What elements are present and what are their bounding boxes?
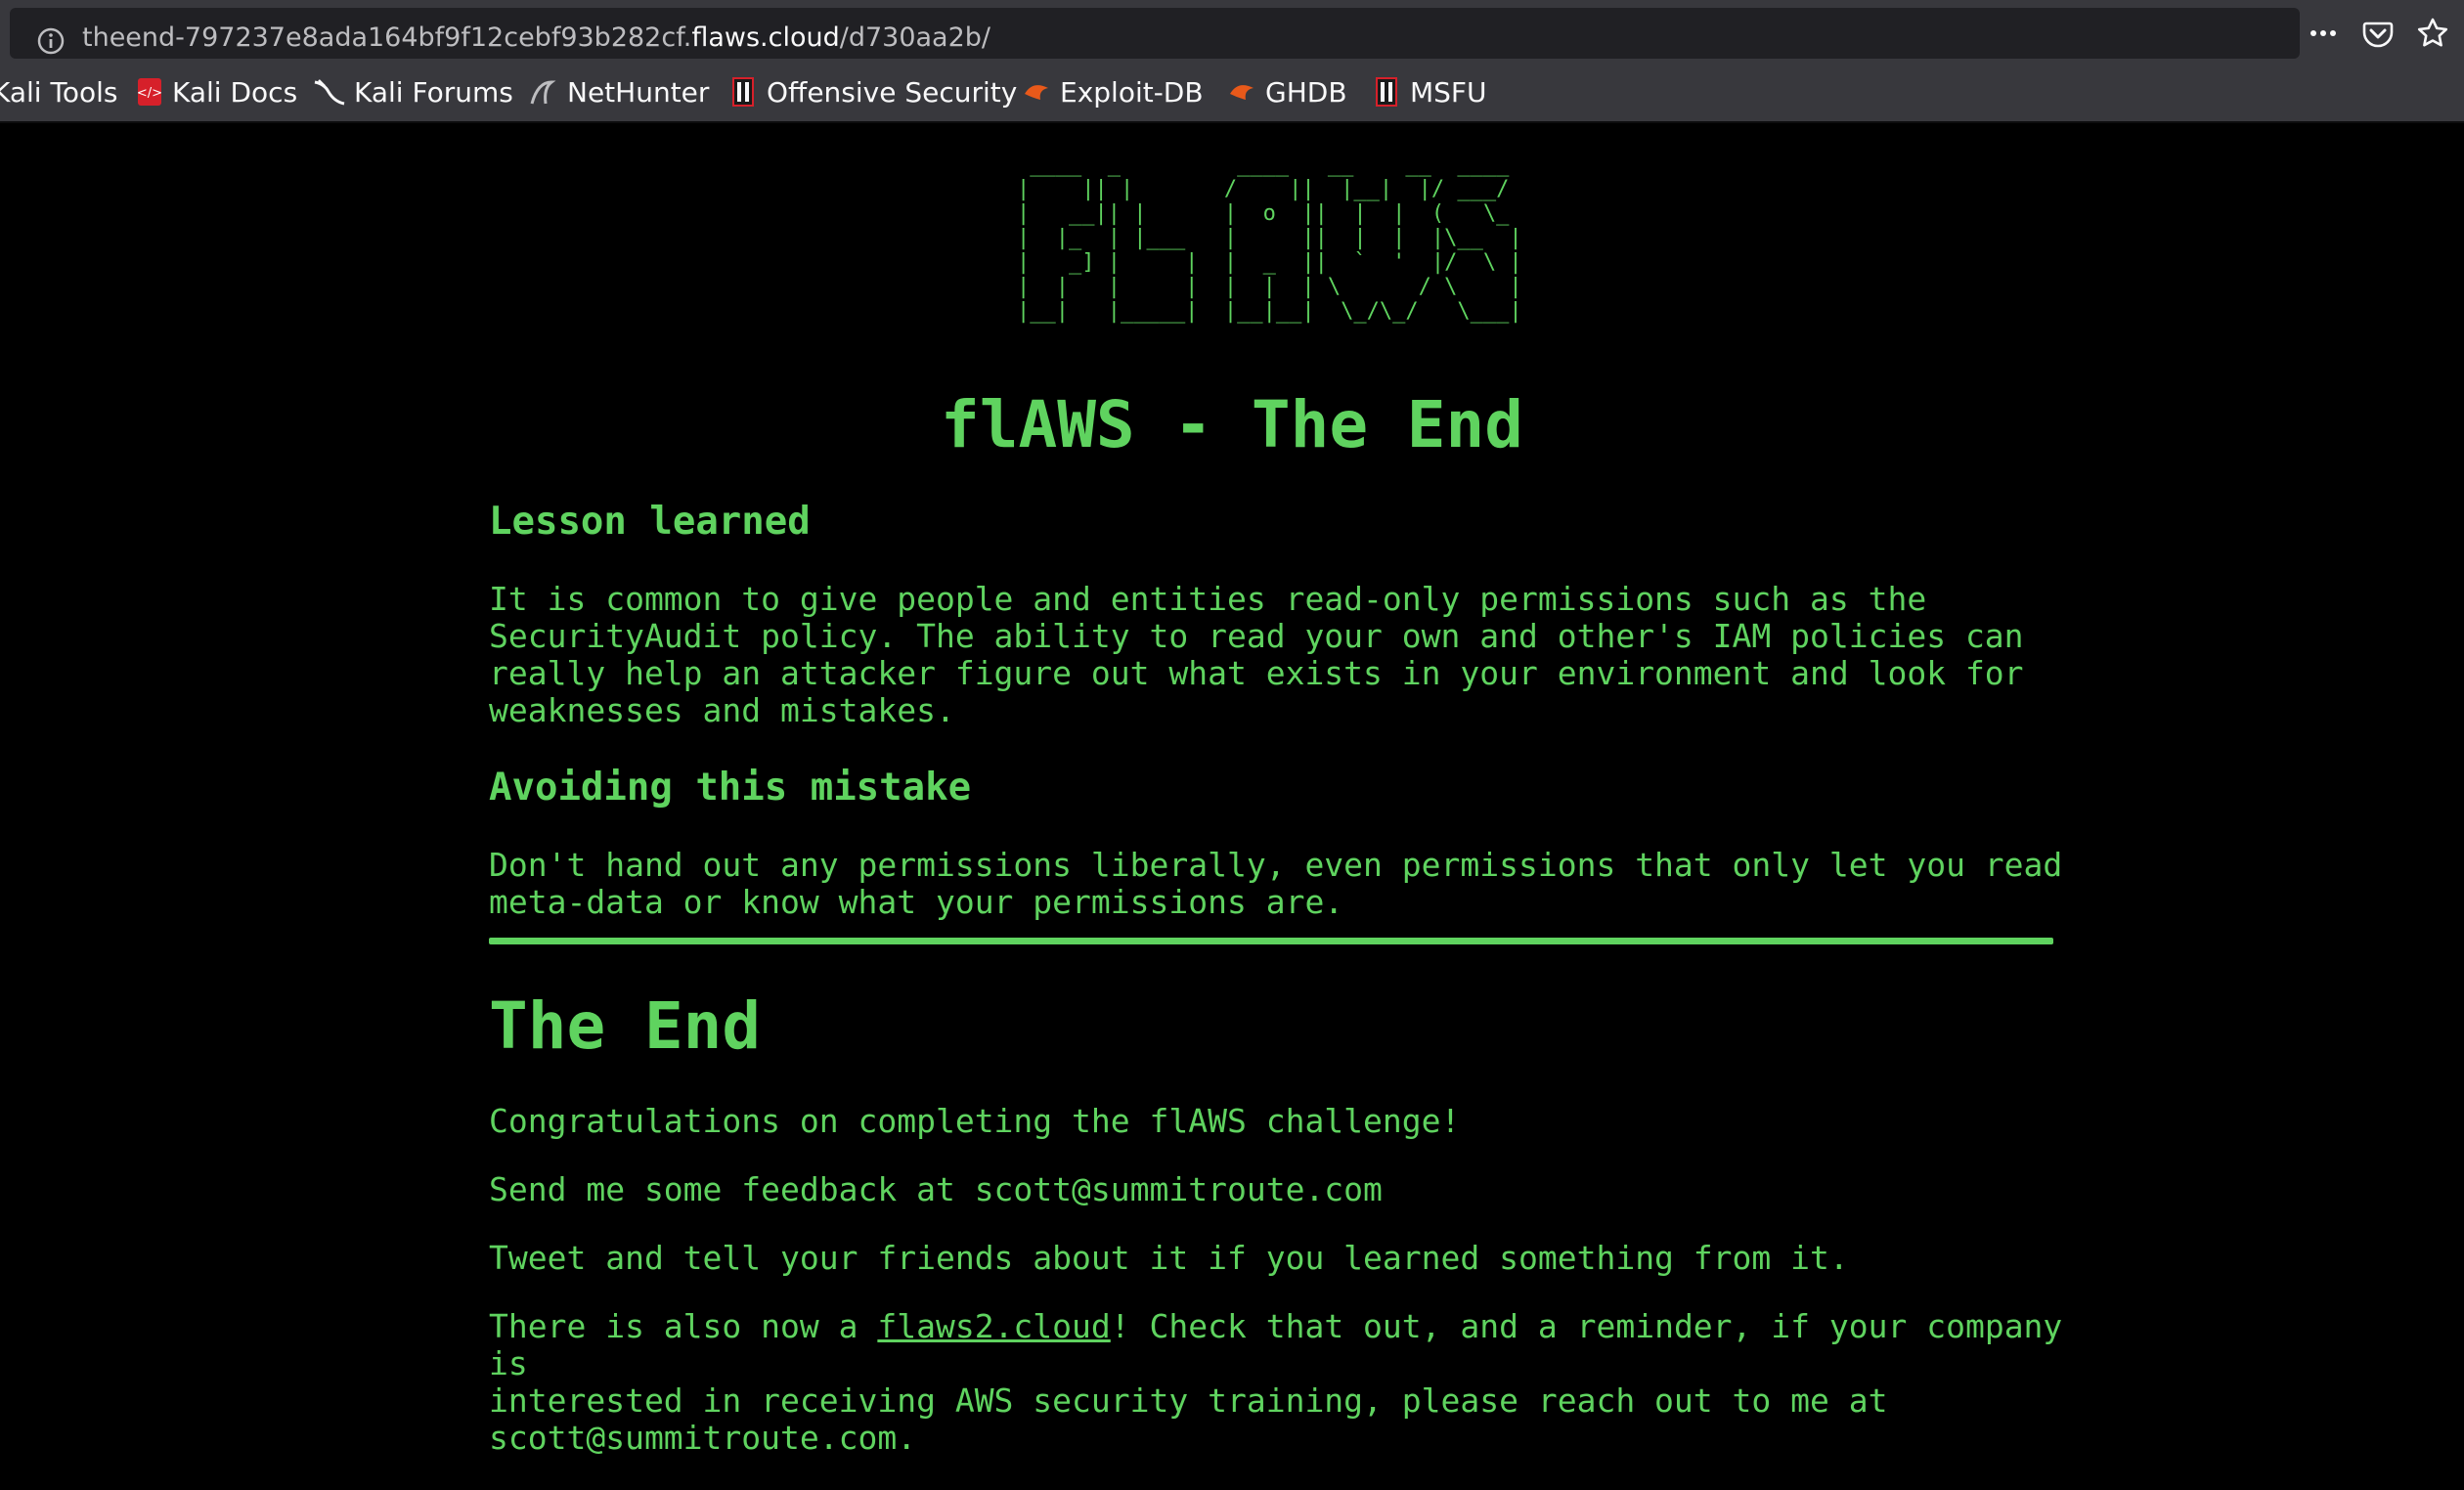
url-text[interactable]: theend-797237e8ada164bf9f12cebf93b282cf.…: [82, 22, 990, 53]
bookmark-label: GHDB: [1265, 75, 1347, 109]
bookmark-label: Kali Forums: [354, 75, 513, 109]
page-title: flAWS - The End: [940, 387, 1524, 462]
bookmark-ghdb[interactable]: GHDB: [1226, 72, 1347, 111]
offsec-icon: [732, 77, 754, 107]
bookmark-kali-forums[interactable]: Kali Forums: [313, 72, 513, 111]
url-prefix: theend-797237e8ada164bf9f12cebf93b282cf.: [82, 22, 692, 53]
bookmark-kali-docs[interactable]: </> Kali Docs: [135, 72, 297, 111]
feedback-text: Send me some feedback at scott@summitrou…: [489, 1170, 1383, 1208]
exploitdb-icon: [1025, 85, 1048, 100]
divider: [489, 938, 2053, 944]
bookmark-nethunter[interactable]: NetHunter: [528, 72, 709, 111]
end-title: The End: [489, 988, 762, 1064]
pocket-icon[interactable]: [2360, 16, 2396, 51]
more-actions-icon[interactable]: [2306, 16, 2341, 51]
url-path: /d730aa2b/: [839, 22, 991, 53]
page-content: ____ _ ____ __ __ ____ | || | / || |__| …: [0, 123, 2464, 1490]
svg-text:</>: </>: [137, 86, 162, 101]
bookmarks-toolbar: Kali Tools </> Kali Docs Kali Forums Net…: [0, 66, 2464, 123]
bookmark-label: Exploit-DB: [1060, 75, 1204, 109]
final-prefix: There is also now a: [489, 1307, 878, 1345]
congrats-text: Congratulations on completing the flAWS …: [489, 1102, 1461, 1140]
bookmark-label: Kali Docs: [172, 75, 298, 109]
bookmark-label: NetHunter: [567, 75, 710, 109]
nethunter-icon: [530, 80, 556, 105]
lesson-heading: Lesson learned: [489, 500, 811, 544]
avoid-heading: Avoiding this mistake: [489, 766, 972, 810]
browser-toolbar: theend-797237e8ada164bf9f12cebf93b282cf.…: [0, 0, 2464, 66]
bookmark-label: Offensive Security: [767, 75, 1018, 109]
kali-dragon-icon: [314, 79, 345, 106]
msfu-icon: [1376, 77, 1397, 107]
bookmark-kali-tools[interactable]: Kali Tools: [0, 72, 117, 111]
flaws2-link[interactable]: flaws2.cloud: [877, 1307, 1110, 1345]
info-icon[interactable]: [35, 25, 66, 57]
avoid-text: Don't hand out any permissions liberally…: [489, 846, 2063, 921]
url-domain: flaws.cloud: [691, 22, 840, 53]
tweet-text: Tweet and tell your friends about it if …: [489, 1239, 1849, 1277]
url-bar[interactable]: theend-797237e8ada164bf9f12cebf93b282cf.…: [10, 8, 2300, 59]
bookmark-label: MSFU: [1410, 75, 1487, 109]
bookmark-label: Kali Tools: [0, 75, 118, 109]
flaws-ascii-logo: ____ _ ____ __ __ ____ | || | / || |__| …: [1017, 153, 1522, 324]
bookmark-msfu[interactable]: MSFU: [1371, 72, 1487, 111]
bookmark-offensive-security[interactable]: Offensive Security: [727, 72, 1017, 111]
bookmark-exploit-db[interactable]: Exploit-DB: [1021, 72, 1204, 111]
lesson-text: It is common to give people and entities…: [489, 580, 2024, 729]
bookmark-star-icon[interactable]: [2415, 16, 2450, 51]
kali-docs-icon: </>: [137, 78, 162, 106]
final-paragraph: There is also now a flaws2.cloud! Check …: [489, 1308, 2073, 1457]
ghdb-icon: [1230, 85, 1254, 100]
